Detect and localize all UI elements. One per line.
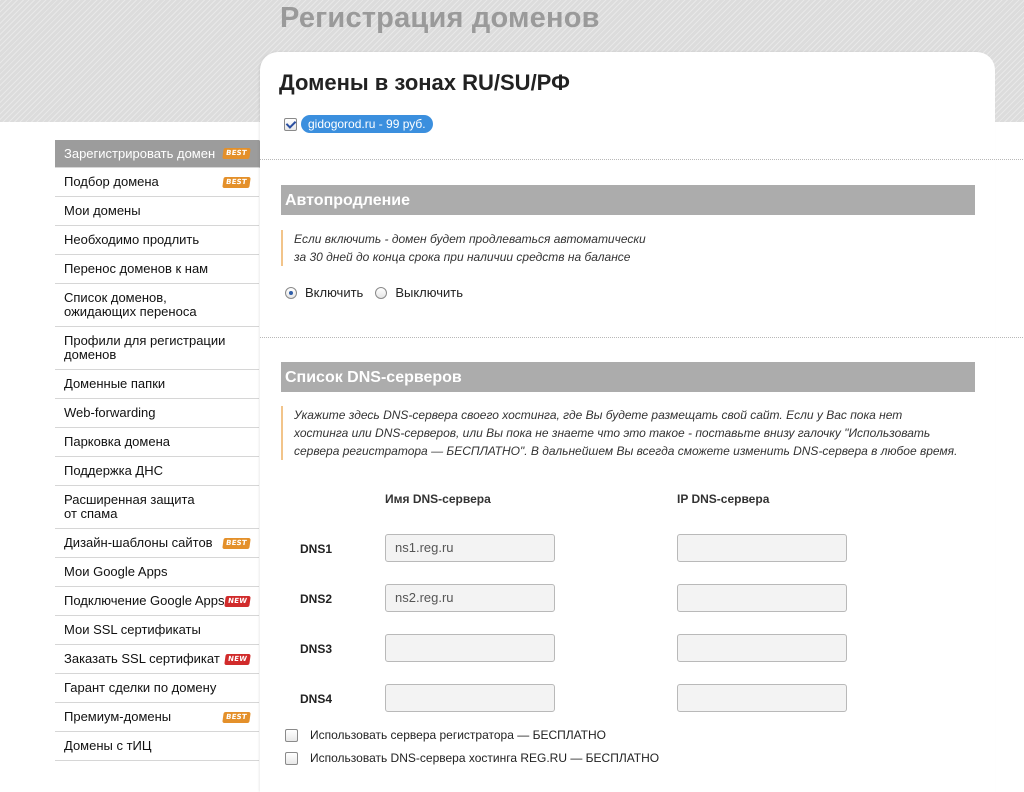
note-line: Укажите здесь DNS-сервера своего хостинг… bbox=[294, 408, 903, 422]
dns-header: Список DNS-серверов bbox=[281, 362, 975, 392]
best-badge: BEST bbox=[222, 711, 251, 723]
sidebar-item-my-ssl[interactable]: Мои SSL сертификаты bbox=[55, 616, 259, 645]
domain-selection-row: gidogorod.ru - 99 руб. bbox=[284, 115, 433, 133]
note-line: Если включить - домен будет продлеваться… bbox=[294, 232, 646, 246]
divider bbox=[260, 337, 1024, 338]
new-badge: NEW bbox=[224, 653, 251, 665]
dns2-ip-input[interactable] bbox=[677, 584, 847, 612]
autorenew-note: Если включить - домен будет продлеваться… bbox=[281, 230, 646, 266]
main-panel: Домены в зонах RU/SU/РФ gidogorod.ru - 9… bbox=[260, 52, 1024, 792]
sidebar-item-dns-support[interactable]: Поддержка ДНС bbox=[55, 457, 259, 486]
best-badge: BEST bbox=[222, 148, 251, 159]
radio-label: Выключить bbox=[395, 285, 463, 300]
sidebar-item-transfer-domains[interactable]: Перенос доменов к нам bbox=[55, 255, 259, 284]
sidebar-item-label: Мои SSL сертификаты bbox=[64, 622, 201, 637]
dns4-ip-input[interactable] bbox=[677, 684, 847, 712]
sidebar-item-label: Необходимо продлить bbox=[64, 232, 200, 247]
checkbox-label: Использовать сервера регистратора — БЕСП… bbox=[310, 728, 607, 742]
use-registrar-dns-checkbox[interactable] bbox=[285, 728, 298, 742]
sidebar-item-label: Дизайн-шаблоны сайтов bbox=[64, 535, 213, 550]
use-hosting-dns-row[interactable]: Использовать DNS-сервера хостинга REG.RU… bbox=[285, 751, 659, 765]
section-heading: Домены в зонах RU/SU/РФ bbox=[279, 70, 570, 95]
sidebar-item-domain-search[interactable]: Подбор домена BEST bbox=[55, 168, 259, 197]
note-line: хостинга или DNS-серверов, или Вы пока н… bbox=[294, 426, 931, 440]
best-badge: BEST bbox=[222, 176, 251, 188]
autorenew-header: Автопродление bbox=[281, 185, 975, 215]
sidebar-item-order-ssl[interactable]: Заказать SSL сертификат NEW bbox=[55, 645, 259, 674]
dns-ip-column-header: IP DNS-сервера bbox=[677, 492, 770, 506]
sidebar-item-web-forwarding[interactable]: Web-forwarding bbox=[55, 399, 259, 428]
sidebar-item-label: Парковка домена bbox=[64, 434, 170, 449]
note-line: сервера регистратора — БЕСПЛАТНО". В дал… bbox=[294, 444, 958, 458]
sidebar-item-site-templates[interactable]: Дизайн-шаблоны сайтов BEST bbox=[55, 529, 259, 558]
dns3-ip-input[interactable] bbox=[677, 634, 847, 662]
autorenew-off-option[interactable]: Выключить bbox=[375, 285, 463, 300]
domain-checkbox[interactable] bbox=[284, 117, 297, 131]
dns2-label: DNS2 bbox=[300, 592, 333, 606]
dns1-name-input[interactable]: ns1.reg.ru bbox=[385, 534, 555, 562]
dns3-label: DNS3 bbox=[300, 642, 333, 656]
sidebar-item-domain-parking[interactable]: Парковка домена bbox=[55, 428, 259, 457]
sidebar-item-label: Премиум-домены bbox=[64, 709, 172, 724]
dns4-label: DNS4 bbox=[300, 692, 333, 706]
dns2-name-input[interactable]: ns2.reg.ru bbox=[385, 584, 555, 612]
sidebar-item-register-domain[interactable]: Зарегистрировать домен BEST bbox=[55, 140, 275, 168]
checkbox-label: Использовать DNS-сервера хостинга REG.RU… bbox=[310, 751, 660, 765]
sidebar-item-label: Мои Google Apps bbox=[64, 564, 168, 579]
sidebar-item-tic-domains[interactable]: Домены с тИЦ bbox=[55, 732, 259, 761]
dns1-label: DNS1 bbox=[300, 542, 333, 556]
sidebar-item-my-domains[interactable]: Мои домены bbox=[55, 197, 259, 226]
sidebar-item-label: Расширенная защита от спама bbox=[64, 492, 195, 521]
sidebar-item-label: Поддержка ДНС bbox=[64, 463, 164, 478]
dns4-name-input[interactable] bbox=[385, 684, 555, 712]
sidebar-item-premium-domains[interactable]: Премиум-домены BEST bbox=[55, 703, 259, 732]
radio-off[interactable] bbox=[375, 286, 388, 299]
sidebar-item-registration-profiles[interactable]: Профили для регистрации доменов bbox=[55, 327, 259, 370]
autorenew-options: Включить Выключить bbox=[285, 285, 475, 300]
autorenew-on-option[interactable]: Включить bbox=[285, 285, 363, 300]
dns-note: Укажите здесь DNS-сервера своего хостинг… bbox=[281, 406, 957, 460]
note-line: за 30 дней до конца срока при наличии ср… bbox=[294, 250, 631, 264]
sidebar-item-label: Web-forwarding bbox=[64, 405, 156, 420]
dns-name-column-header: Имя DNS-сервера bbox=[385, 492, 491, 506]
sidebar-item-label: Подбор домена bbox=[64, 174, 159, 189]
sidebar-nav: Зарегистрировать домен BEST Подбор домен… bbox=[55, 140, 275, 761]
use-hosting-dns-checkbox[interactable] bbox=[285, 751, 298, 765]
sidebar-item-label: Подключение Google Apps bbox=[64, 593, 225, 608]
sidebar-item-label: Доменные папки bbox=[64, 376, 166, 391]
sidebar-item-label: Зарегистрировать домен bbox=[64, 145, 216, 161]
sidebar-item-label: Перенос доменов к нам bbox=[64, 261, 209, 276]
sidebar-item-spam-protection[interactable]: Расширенная защита от спама bbox=[55, 486, 259, 529]
use-registrar-dns-row[interactable]: Использовать сервера регистратора — БЕСП… bbox=[285, 728, 606, 742]
sidebar-item-connect-google-apps[interactable]: Подключение Google Apps NEW bbox=[55, 587, 259, 616]
radio-label: Включить bbox=[305, 285, 364, 300]
sidebar-item-need-renewal[interactable]: Необходимо продлить bbox=[55, 226, 259, 255]
sidebar-item-label: Заказать SSL сертификат bbox=[64, 651, 220, 666]
new-badge: NEW bbox=[224, 595, 251, 607]
domain-pill[interactable]: gidogorod.ru - 99 руб. bbox=[301, 115, 433, 133]
dns1-ip-input[interactable] bbox=[677, 534, 847, 562]
sidebar-item-my-google-apps[interactable]: Мои Google Apps bbox=[55, 558, 259, 587]
page-title: Регистрация доменов bbox=[280, 2, 600, 34]
sidebar-item-label: Список доменов, ожидающих переноса bbox=[64, 290, 197, 319]
sidebar-item-escrow[interactable]: Гарант сделки по домену bbox=[55, 674, 259, 703]
sidebar-item-label: Домены с тИЦ bbox=[64, 738, 152, 753]
sidebar-item-label: Профили для регистрации доменов bbox=[64, 333, 226, 362]
sidebar-item-domain-folders[interactable]: Доменные папки bbox=[55, 370, 259, 399]
radio-on[interactable] bbox=[285, 286, 297, 299]
best-badge: BEST bbox=[222, 537, 251, 549]
sidebar-item-pending-transfer[interactable]: Список доменов, ожидающих переноса bbox=[55, 284, 259, 327]
sidebar-item-label: Гарант сделки по домену bbox=[64, 680, 217, 695]
sidebar-item-label: Мои домены bbox=[64, 203, 141, 218]
divider bbox=[260, 159, 1024, 160]
dns3-name-input[interactable] bbox=[385, 634, 555, 662]
